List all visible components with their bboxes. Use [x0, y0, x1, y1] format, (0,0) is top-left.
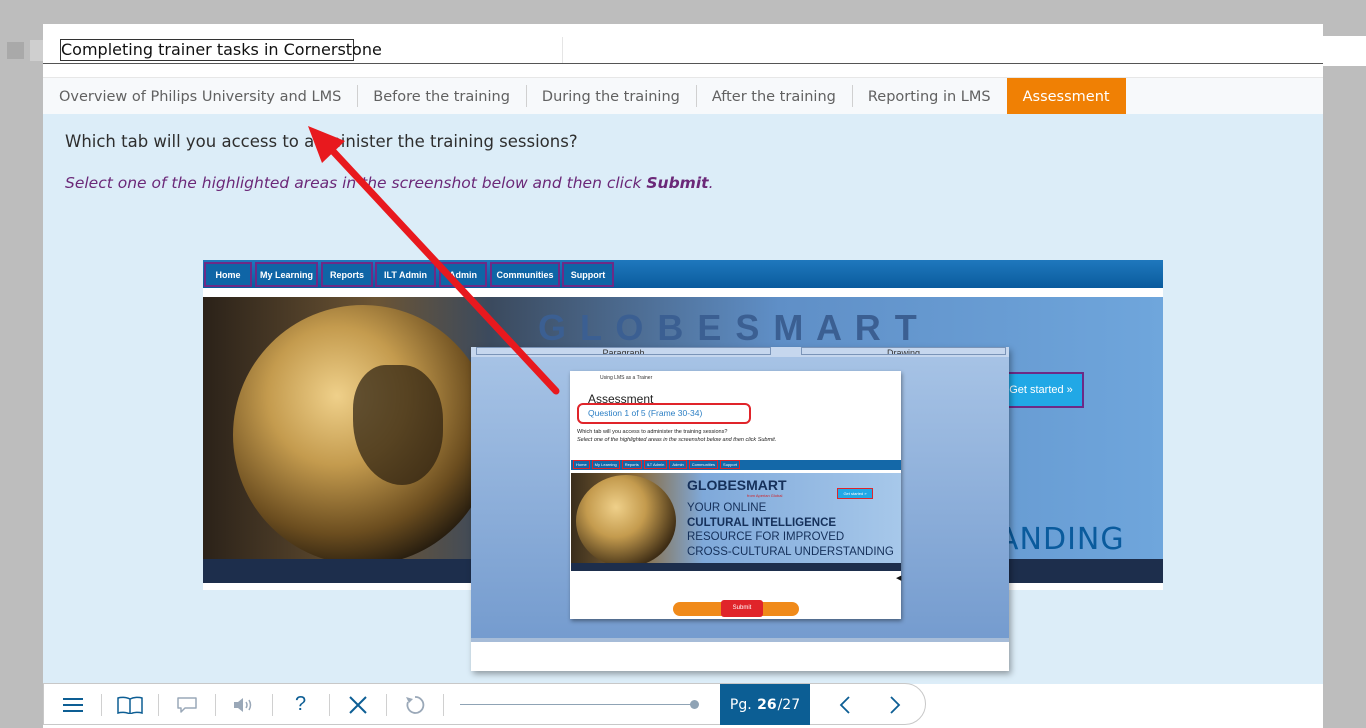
title-bar: Completing trainer tasks in Cornerstone [43, 36, 1323, 64]
hotspot-admin[interactable]: Admin [439, 262, 487, 287]
instruction-text: Select one of the highlighted areas in t… [65, 174, 714, 192]
hotspot-reports[interactable]: Reports [321, 262, 373, 287]
hotspot-home[interactable]: Home [204, 262, 252, 287]
next-icon[interactable] [870, 684, 920, 725]
question-text: Which tab will you access to administer … [65, 132, 578, 151]
right-strip [1323, 36, 1366, 66]
preview-question-label: Question 1 of 5 (Frame 30-34) [588, 408, 703, 418]
comment-icon[interactable] [158, 684, 215, 725]
progress-track[interactable] [460, 704, 694, 705]
preview-brand: GLOBESMART [687, 477, 787, 493]
page-current: 26 [757, 696, 777, 713]
hotspot-support[interactable]: Support [562, 262, 614, 287]
audio-icon[interactable] [215, 684, 272, 725]
preview-get-started: Get started » [837, 488, 873, 499]
hotspot-get-started[interactable]: Get started » [998, 372, 1084, 408]
preview-nav-communities: Communities [688, 460, 719, 469]
preview-nav-admin: Admin [669, 460, 687, 469]
course-title: Completing trainer tasks in Cornerstone [61, 40, 382, 59]
hotspot-communities[interactable]: Communities [490, 262, 560, 287]
preview-submit-button: Submit [721, 600, 763, 617]
preview-cursor-icon: ◀ [896, 575, 902, 582]
course-page: Completing trainer tasks in Cornerstone … [43, 24, 1323, 728]
tab-after-training[interactable]: After the training [695, 78, 852, 115]
tab-before-training[interactable]: Before the training [357, 78, 526, 115]
toolbar-divider [443, 694, 444, 716]
help-icon[interactable]: ? [272, 684, 329, 725]
title-divider [562, 37, 563, 63]
preview-question-text: Which tab will you access to administer … [577, 429, 728, 435]
instruction-submit: Submit [646, 174, 709, 192]
popup-tab-paragraph: Paragraph [476, 347, 771, 355]
page-prefix: Pg. [729, 696, 752, 713]
tab-during-training[interactable]: During the training [525, 78, 696, 115]
preview-popup: Paragraph Drawing Using LMS as a Trainer… [471, 347, 1009, 671]
progress-handle[interactable] [690, 700, 699, 709]
globe-land [353, 365, 443, 485]
popup-slide-preview: Using LMS as a Trainer Assessment Questi… [570, 371, 901, 619]
banner-brand-faint: G L O B E S M A R T [538, 307, 919, 348]
instruction-prefix: Select one of the highlighted areas in t… [65, 174, 647, 192]
menu-icon[interactable] [44, 684, 101, 725]
tab-overview[interactable]: Overview of Philips University and LMS [43, 78, 357, 115]
preview-nav-home: Home [573, 460, 590, 469]
preview-banner-footer [571, 563, 901, 571]
page-total: /27 [777, 696, 801, 713]
instruction-suffix: . [708, 174, 714, 192]
preview-tagline: YOUR ONLINE CULTURAL INTELLIGENCE RESOUR… [687, 501, 894, 559]
preview-nav-ilt-admin: ILT Admin [643, 460, 668, 469]
popup-tab-drawing: Drawing [801, 347, 1006, 355]
preview-tagline-3: RESOURCE FOR IMPROVED [687, 531, 845, 543]
tab-reporting[interactable]: Reporting in LMS [851, 78, 1007, 115]
close-icon[interactable] [329, 684, 386, 725]
window-control-strip [30, 40, 43, 61]
book-icon[interactable] [101, 684, 158, 725]
preview-nav-support: Support [720, 460, 741, 469]
section-tabs: Overview of Philips University and LMS B… [43, 77, 1323, 115]
preview-banner: GLOBESMART from Aperian Global YOUR ONLI… [571, 473, 901, 567]
globe-image [233, 305, 493, 565]
preview-nav-reports: Reports [621, 460, 642, 469]
prev-icon[interactable] [820, 684, 870, 725]
preview-tagline-1: YOUR ONLINE [687, 502, 767, 514]
player-toolbar: ? Pg. 26/27 [43, 683, 926, 725]
preview-globe [576, 475, 676, 567]
popup-header: Paragraph Drawing [471, 347, 1009, 357]
tab-assessment[interactable]: Assessment [1006, 78, 1126, 115]
preview-navbar: Home My Learning Reports ILT Admin Admin Comm… [571, 460, 901, 470]
page-counter: Pg. 26/27 [720, 684, 810, 725]
preview-instruction: Select one of the highlighted areas in t… [577, 437, 777, 443]
hotspot-ilt-admin[interactable]: ILT Admin [375, 262, 436, 287]
preview-tagline-2: CULTURAL INTELLIGENCE [687, 516, 837, 529]
window-control [7, 42, 24, 59]
slide-content: Which tab will you access to administer … [43, 114, 1323, 684]
popup-footer [471, 638, 1009, 671]
hotspot-my-learning[interactable]: My Learning [255, 262, 318, 287]
preview-breadcrumb: Using LMS as a Trainer [600, 375, 653, 381]
preview-tagline-4: CROSS-CULTURAL UNDERSTANDING [687, 545, 894, 558]
preview-nav-my-learning: My Learning [591, 460, 620, 469]
replay-icon[interactable] [386, 684, 443, 725]
lms-navbar: Home My Learning Reports ILT Admin Admin… [203, 260, 1163, 288]
preview-brand-sub: from Aperian Global [747, 493, 783, 498]
banner-partial-text: ANDING [998, 522, 1125, 557]
